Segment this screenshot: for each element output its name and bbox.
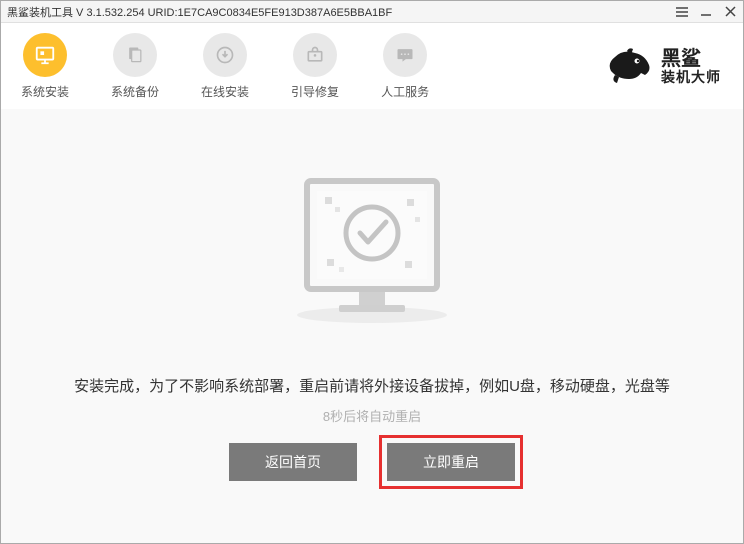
nav-system-backup[interactable]: 系统备份: [111, 33, 159, 100]
nav-label: 系统安装: [21, 83, 69, 100]
backup-icon: [113, 33, 157, 77]
nav-label: 人工服务: [381, 83, 429, 100]
nav-label: 引导修复: [291, 83, 339, 100]
titlebar-text: 黑鲨装机工具 V 3.1.532.254 URID:1E7CA9C0834E5F…: [7, 4, 675, 20]
nav-boot-repair[interactable]: 引导修复: [291, 33, 339, 100]
logo-line1: 黑鲨: [661, 48, 721, 70]
nav-label: 在线安装: [201, 83, 249, 100]
nav: 系统安装 系统备份 在线安装 引导修复: [21, 33, 429, 100]
nav-support[interactable]: 人工服务: [381, 33, 429, 100]
header: 系统安装 系统备份 在线安装 引导修复: [1, 23, 743, 109]
brand-logo: 黑鲨 装机大师: [605, 45, 721, 89]
chat-icon: [383, 33, 427, 77]
button-row: 返回首页 立即重启: [229, 443, 515, 481]
minimize-button[interactable]: [699, 5, 713, 19]
nav-system-install[interactable]: 系统安装: [21, 33, 69, 100]
restart-now-button[interactable]: 立即重启: [387, 443, 515, 481]
close-button[interactable]: [723, 5, 737, 19]
titlebar-controls: [675, 5, 737, 19]
install-complete-message: 安装完成，为了不影响系统部署，重启前请将外接设备拔掉，例如U盘，移动硬盘，光盘等: [74, 375, 670, 396]
logo-text: 黑鲨 装机大师: [661, 48, 721, 85]
monitor-icon: [23, 33, 67, 77]
toolbox-icon: [293, 33, 337, 77]
success-illustration: [277, 167, 467, 327]
titlebar: 黑鲨装机工具 V 3.1.532.254 URID:1E7CA9C0834E5F…: [1, 1, 743, 23]
nav-label: 系统备份: [111, 83, 159, 100]
back-home-button[interactable]: 返回首页: [229, 443, 357, 481]
countdown-text: 8秒后将自动重启: [323, 406, 421, 425]
download-icon: [203, 33, 247, 77]
shark-icon: [605, 45, 655, 89]
logo-line2: 装机大师: [661, 70, 721, 85]
app-window: 黑鲨装机工具 V 3.1.532.254 URID:1E7CA9C0834E5F…: [0, 0, 744, 544]
content: 安装完成，为了不影响系统部署，重启前请将外接设备拔掉，例如U盘，移动硬盘，光盘等…: [1, 109, 743, 543]
nav-online-install[interactable]: 在线安装: [201, 33, 249, 100]
menu-button[interactable]: [675, 5, 689, 19]
